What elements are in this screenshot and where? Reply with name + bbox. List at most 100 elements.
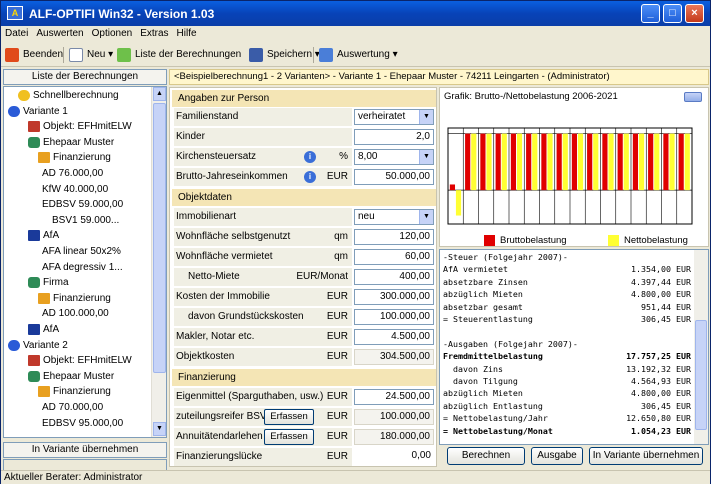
- scroll-up-icon[interactable]: ▲: [153, 87, 166, 101]
- status-bar: Aktueller Berater: Administrator: [1, 470, 710, 484]
- row-brutto: Brutto-Jahreseinkommen i EUR 50.000,00: [172, 168, 436, 186]
- wfl-verm-input[interactable]: 60,00: [354, 249, 434, 265]
- miete-input[interactable]: 400,00: [354, 269, 434, 285]
- scroll-down-icon[interactable]: ▼: [153, 422, 166, 436]
- bar-brutto: [556, 133, 562, 191]
- menu-hilfe[interactable]: Hilfe: [173, 26, 201, 41]
- bar-brutto: [510, 133, 517, 191]
- bar-netto: [471, 133, 477, 191]
- tree-node-label: AD 100.000,00: [42, 308, 109, 320]
- berechnen-button[interactable]: Berechnen: [447, 447, 525, 465]
- menu-extras[interactable]: Extras: [136, 26, 172, 41]
- bsv-erfassen-button[interactable]: Erfassen: [264, 409, 314, 425]
- bar-netto: [623, 133, 629, 191]
- bar-brutto: [541, 133, 547, 191]
- familienstand-select[interactable]: verheiratet ▼: [354, 109, 434, 125]
- bar-netto: [593, 133, 599, 191]
- kirchensteuer-select[interactable]: 8,00 ▼: [354, 149, 434, 165]
- tree-node-label: AFA linear 50x2%: [42, 246, 121, 257]
- tree-node-icon: [28, 324, 40, 335]
- scroll-thumb[interactable]: [153, 103, 166, 373]
- result-text-panel[interactable]: -Steuer (Folgejahr 2007)- AfA vermietet 1.…: [439, 249, 709, 445]
- liste-button[interactable]: Liste der Berechnungen: [117, 46, 241, 64]
- chevron-down-icon[interactable]: ▼: [419, 210, 433, 224]
- result-line-label: -Steuer (Folgejahr 2007)-: [443, 252, 568, 262]
- result-line-value: 4.800,00 EUR: [631, 289, 691, 300]
- immobilienart-select[interactable]: neu ▼: [354, 209, 434, 225]
- legend-swatch-netto: [608, 235, 619, 246]
- neu-button[interactable]: Neu ▾: [69, 46, 113, 64]
- close-button[interactable]: ×: [685, 4, 704, 23]
- result-line: = Nettobelastung/Monat 1.054,23 EUR: [443, 426, 691, 437]
- row-kinder: Kinder 2,0: [172, 128, 436, 146]
- tree-node-icon: [38, 386, 50, 398]
- kinder-input[interactable]: 2,0: [354, 129, 434, 145]
- tree-node-icon: [28, 121, 40, 133]
- result-line-label: = Steuerentlastung: [443, 314, 533, 324]
- chart-expand-button[interactable]: [684, 92, 702, 102]
- info-icon[interactable]: i: [304, 151, 316, 163]
- makler-input[interactable]: 4.500,00: [354, 329, 434, 345]
- kosten-input[interactable]: 300.000,00: [354, 289, 434, 305]
- section-person: Angaben zur Person: [172, 90, 436, 107]
- eigenmittel-input[interactable]: 24.500,00: [354, 389, 434, 405]
- tree-scrollbar[interactable]: ▲ ▼: [151, 87, 166, 437]
- brutto-input[interactable]: 50.000,00: [354, 169, 434, 185]
- bar-netto: [547, 133, 553, 191]
- makler-unit: EUR: [326, 331, 348, 342]
- result-line: = Steuerentlastung 306,45 EUR: [443, 314, 691, 325]
- result-line: [443, 326, 691, 337]
- tree-node-label: Finanzierung: [53, 292, 111, 304]
- tree-node-label: Variante 1: [23, 105, 68, 117]
- result-line: absetzbar gesamt 951,44 EUR: [443, 302, 691, 313]
- title-bar[interactable]: A ALF-OPTIFI Win32 - Version 1.03 _ □ ×: [1, 1, 710, 26]
- maximize-button[interactable]: □: [663, 4, 682, 23]
- tree-node-label: AfA: [43, 230, 60, 242]
- uebernehmen-button[interactable]: In Variante übernehmen: [589, 447, 703, 465]
- list-header-button[interactable]: Liste der Berechnungen: [3, 69, 167, 85]
- info-icon[interactable]: i: [304, 171, 316, 183]
- chevron-down-icon[interactable]: ▼: [419, 110, 433, 124]
- tree-node-label: EDBSV 59.000,00: [42, 199, 124, 211]
- result-line: davon Zins 13.192,32 EUR: [443, 364, 691, 375]
- tree-node-label: Schnellberechnung: [33, 90, 119, 101]
- annuitaet-erfassen-button[interactable]: Erfassen: [264, 429, 314, 445]
- speichern-button[interactable]: Speichern ▾: [249, 46, 320, 64]
- report-icon: [319, 48, 333, 62]
- bar-brutto: [663, 133, 669, 191]
- result-scrollbar[interactable]: [694, 250, 708, 444]
- annuitaet-unit: EUR: [326, 431, 348, 442]
- menu-datei[interactable]: Datei: [1, 26, 32, 41]
- breadcrumb: <Beispielberechnung1 - 2 Varianten> - Va…: [169, 69, 709, 85]
- grund-input[interactable]: 100.000,00: [354, 309, 434, 325]
- result-scroll-thumb[interactable]: [695, 320, 707, 430]
- chevron-down-icon[interactable]: ▼: [419, 150, 433, 164]
- beenden-button[interactable]: Beenden: [5, 46, 63, 64]
- uebernehmen-left-button[interactable]: In Variante übernehmen: [3, 442, 167, 458]
- tree-node-label: AD 76.000,00: [42, 168, 104, 179]
- bar-brutto: [526, 133, 532, 191]
- bsv-unit: EUR: [326, 411, 348, 422]
- bar-netto: [608, 133, 614, 191]
- calculation-tree[interactable]: Schnellberechnung Variante 1 Objekt: EFHmi…: [3, 86, 167, 438]
- annuitaet-value: 180.000,00: [354, 429, 434, 445]
- auswertung-button[interactable]: Auswertung ▾: [319, 46, 398, 64]
- wfl-selbst-input[interactable]: 120,00: [354, 229, 434, 245]
- minimize-button[interactable]: _: [641, 4, 660, 23]
- chart-panel: Grafik: Brutto-/Nettobelastung 2006-2021…: [439, 87, 709, 247]
- app-window: A ALF-OPTIFI Win32 - Version 1.03 _ □ × …: [0, 0, 711, 484]
- result-line-value: 1.354,00 EUR: [631, 264, 691, 275]
- result-line: -Ausgaben (Folgejahr 2007)-: [443, 339, 691, 350]
- kirchensteuer-label: Kirchensteuersatz: [174, 148, 352, 166]
- exit-icon: [5, 48, 19, 62]
- tree-node-label: BSV1 59.000...: [52, 214, 120, 226]
- ausgabe-button[interactable]: Ausgabe: [531, 447, 583, 465]
- result-line-label: AfA vermietet: [443, 264, 508, 275]
- menu-optionen[interactable]: Optionen: [88, 26, 137, 41]
- bar-netto: [455, 190, 462, 216]
- tree-node-icon: [28, 136, 40, 148]
- familienstand-label: Familienstand: [174, 108, 352, 126]
- tree-node-label: AfA: [43, 324, 60, 335]
- menu-auswerten[interactable]: Auswerten: [32, 26, 87, 41]
- tree-node-label: AD 70.000,00: [42, 402, 104, 413]
